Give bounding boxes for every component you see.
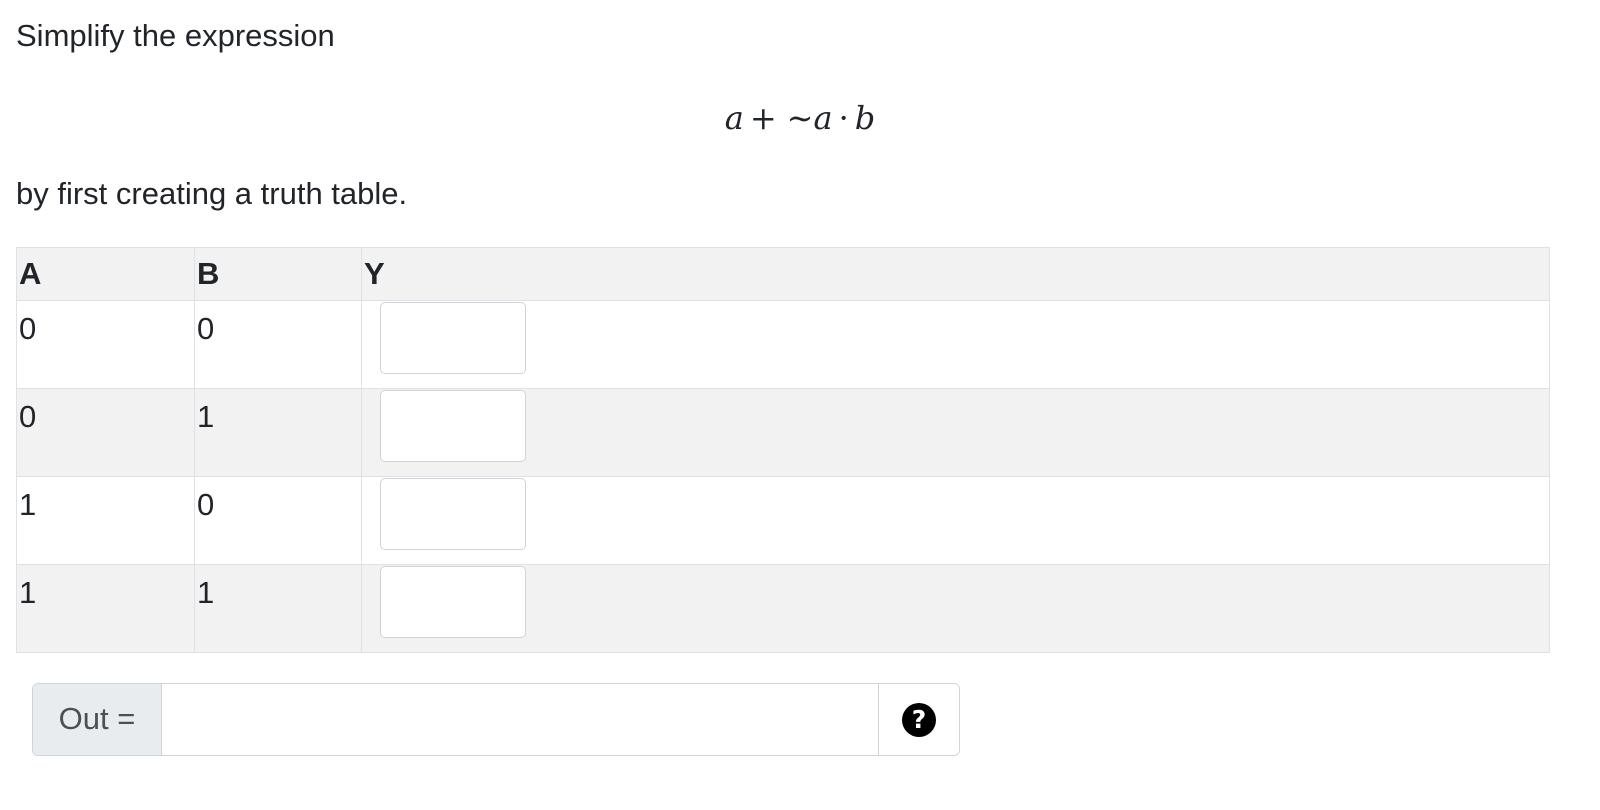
boolean-expression: a + ∼a · b bbox=[0, 96, 1600, 140]
truth-table: A B Y 0 0 0 1 1 0 1 1 bbox=[16, 247, 1550, 653]
formula-plus: + bbox=[749, 99, 777, 137]
formula-var-a: a bbox=[724, 99, 744, 137]
y-input-row-2[interactable] bbox=[380, 390, 526, 462]
answer-input[interactable] bbox=[162, 684, 878, 755]
question-outro: by first creating a truth table. bbox=[16, 176, 408, 211]
cell-a: 0 bbox=[16, 300, 195, 389]
cell-y bbox=[361, 476, 1550, 565]
y-input-row-1[interactable] bbox=[380, 302, 526, 374]
question-panel: Simplify the expression a + ∼a · b by first … bbox=[0, 0, 1600, 810]
cell-b: 1 bbox=[194, 388, 362, 477]
cell-a: 1 bbox=[16, 476, 195, 565]
cell-b: 1 bbox=[194, 564, 362, 653]
formula-var-b: b bbox=[854, 99, 876, 137]
column-header-y: Y bbox=[361, 247, 1550, 301]
table-row: 1 1 bbox=[16, 564, 1550, 653]
y-input-row-3[interactable] bbox=[380, 478, 526, 550]
column-header-b: B bbox=[194, 247, 362, 301]
answer-input-group: Out = ? bbox=[32, 683, 960, 756]
answer-label: Out = bbox=[33, 684, 162, 755]
formula-not: ∼ bbox=[786, 99, 814, 137]
cell-b: 0 bbox=[194, 300, 362, 389]
help-button[interactable]: ? bbox=[878, 684, 959, 755]
formula-dot: · bbox=[838, 99, 849, 137]
table-row: 0 0 bbox=[16, 300, 1550, 389]
cell-y bbox=[361, 300, 1550, 389]
column-header-a: A bbox=[16, 247, 195, 301]
question-circle-icon[interactable]: ? bbox=[902, 702, 936, 737]
cell-y bbox=[361, 564, 1550, 653]
formula-var-a-negated: a bbox=[813, 99, 833, 137]
question-intro: Simplify the expression bbox=[16, 18, 335, 53]
cell-b: 0 bbox=[194, 476, 362, 565]
cell-y bbox=[361, 388, 1550, 477]
table-row: 1 0 bbox=[16, 476, 1550, 565]
truth-table-header-row: A B Y bbox=[16, 247, 1550, 301]
y-input-row-4[interactable] bbox=[380, 566, 526, 638]
cell-a: 0 bbox=[16, 388, 195, 477]
cell-a: 1 bbox=[16, 564, 195, 653]
table-row: 0 1 bbox=[16, 388, 1550, 477]
